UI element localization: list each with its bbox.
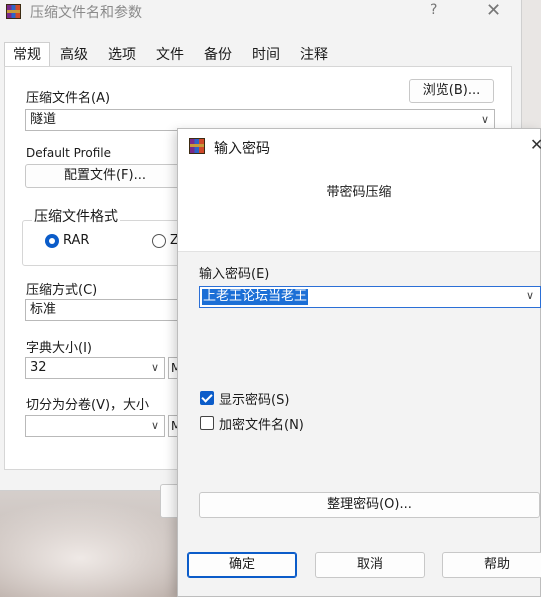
- winrar-app-icon: [189, 138, 205, 154]
- password-input[interactable]: 上老王论坛当老王 ∨: [199, 286, 541, 308]
- tab-options[interactable]: 选项: [98, 42, 146, 66]
- tab-general[interactable]: 常规: [4, 42, 50, 66]
- password-dialog-subtitle: 带密码压缩: [326, 185, 392, 200]
- tab-comment[interactable]: 注释: [290, 42, 338, 66]
- compression-method-value: 标准: [30, 302, 57, 317]
- dictionary-size-value: 32: [30, 360, 47, 375]
- archive-format-group-title: 压缩文件格式: [32, 206, 120, 226]
- archive-name-label: 压缩文件名(A): [26, 91, 111, 106]
- enter-password-label: 输入密码(E): [199, 267, 270, 282]
- main-window-title: 压缩文件名和参数: [30, 5, 142, 21]
- tab-time[interactable]: 时间: [242, 42, 290, 66]
- password-dialog: 输入密码 ✕ 带密码压缩 输入密码(E) 上老王论坛当老王 ∨ 显示密码(S) …: [177, 128, 541, 597]
- main-titlebar[interactable]: 压缩文件名和参数 ? ✕: [0, 0, 521, 24]
- format-zip-radio[interactable]: [152, 234, 166, 248]
- split-volumes-combo[interactable]: ∨: [25, 415, 165, 437]
- help-button[interactable]: 帮助: [442, 552, 541, 578]
- tab-backup[interactable]: 备份: [194, 42, 242, 66]
- profiles-button[interactable]: 配置文件(F)...: [25, 164, 185, 188]
- chevron-down-icon[interactable]: ∨: [151, 416, 159, 436]
- format-rar-label: RAR: [63, 233, 90, 248]
- browse-button[interactable]: 浏览(B)...: [409, 79, 494, 103]
- password-dialog-title: 输入密码: [214, 141, 270, 157]
- dictionary-size-combo[interactable]: 32 ∨: [25, 357, 165, 379]
- encrypt-filenames-label: 加密文件名(N): [219, 418, 304, 433]
- archive-name-value: 隧道: [30, 112, 57, 127]
- winrar-app-icon: [6, 4, 21, 19]
- password-value: 上老王论坛当老王: [202, 289, 309, 305]
- show-password-label: 显示密码(S): [219, 393, 290, 408]
- tab-advanced[interactable]: 高级: [50, 42, 98, 66]
- tab-files[interactable]: 文件: [146, 42, 194, 66]
- password-dialog-header: [178, 165, 540, 251]
- show-password-checkbox[interactable]: [200, 391, 214, 405]
- split-volumes-label: 切分为分卷(V)，大小: [26, 398, 150, 413]
- default-profile-label: Default Profile: [26, 146, 111, 160]
- ok-button[interactable]: 确定: [187, 552, 297, 578]
- tab-bar: 常规 高级 选项 文件 备份 时间 注释: [4, 42, 338, 66]
- compression-method-combo[interactable]: 标准: [25, 299, 185, 321]
- encrypt-filenames-checkbox[interactable]: [200, 416, 214, 430]
- chevron-down-icon[interactable]: ∨: [481, 110, 489, 130]
- format-rar-radio[interactable]: [45, 234, 59, 248]
- dictionary-size-label: 字典大小(I): [26, 341, 92, 356]
- cancel-button[interactable]: 取消: [315, 552, 425, 578]
- help-icon[interactable]: ?: [430, 2, 437, 18]
- compression-method-label: 压缩方式(C): [26, 283, 98, 298]
- close-icon[interactable]: ✕: [486, 0, 501, 21]
- chevron-down-icon[interactable]: ∨: [526, 289, 534, 302]
- chevron-down-icon[interactable]: ∨: [151, 358, 159, 378]
- close-icon[interactable]: ✕: [530, 135, 541, 154]
- organize-passwords-button[interactable]: 整理密码(O)...: [199, 492, 540, 518]
